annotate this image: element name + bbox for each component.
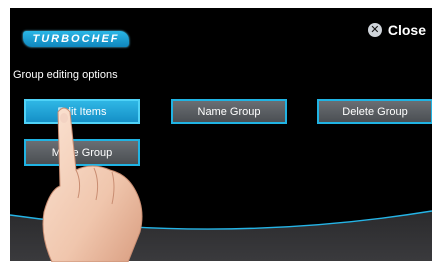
- name-group-button[interactable]: Name Group: [171, 99, 287, 124]
- turbochef-logo: TURBOCHEF: [23, 31, 129, 47]
- close-label: Close: [387, 22, 426, 38]
- page-subtitle: Group editing options: [13, 69, 118, 81]
- pointing-hand-illustration: [42, 107, 143, 262]
- delete-group-label: Delete Group: [342, 105, 408, 118]
- name-group-label: Name Group: [197, 105, 261, 118]
- close-button[interactable]: ✕ Close: [367, 22, 426, 38]
- delete-group-button[interactable]: Delete Group: [317, 99, 432, 124]
- x-circle-icon: ✕: [367, 23, 382, 37]
